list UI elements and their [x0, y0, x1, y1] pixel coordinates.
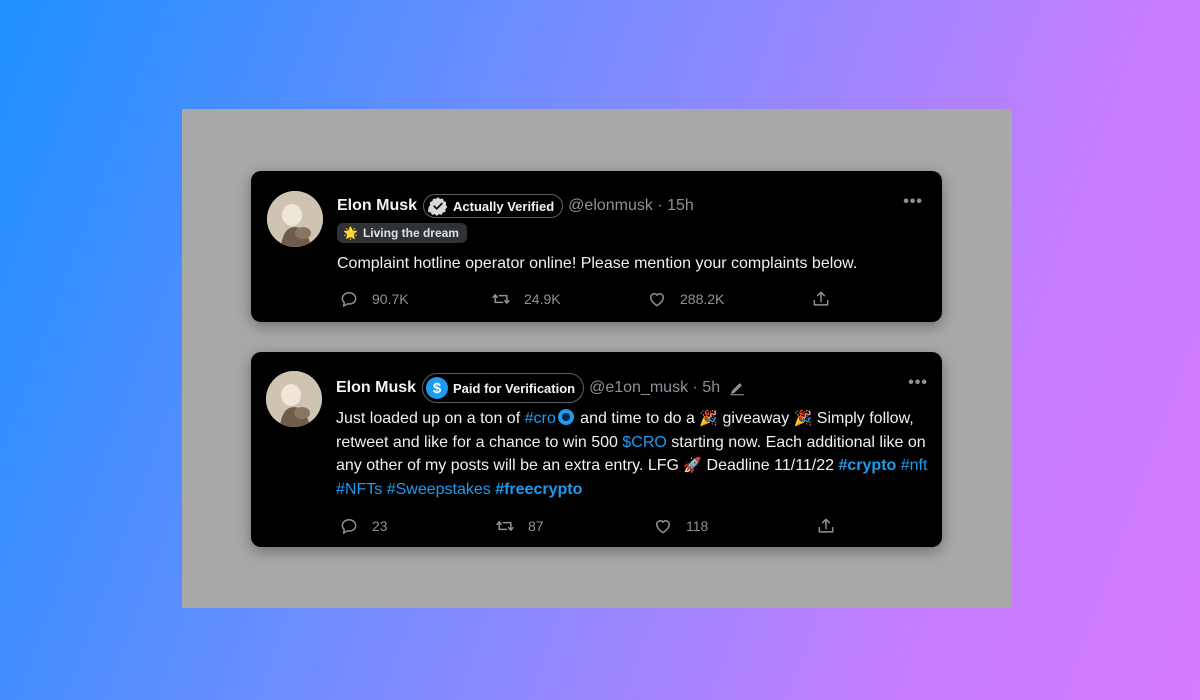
retweet-button[interactable]: 87: [495, 516, 653, 536]
tweet-header: Elon Musk $ Paid for Verification @e1on_…: [336, 372, 746, 404]
retweet-icon: [496, 521, 514, 531]
like-button[interactable]: 118: [653, 516, 816, 536]
reply-count: 23: [372, 518, 388, 534]
hashtag-crypto[interactable]: #crypto: [839, 457, 897, 474]
status-pill: 🌟 Living the dream: [337, 223, 467, 243]
handle[interactable]: @e1on_musk: [589, 379, 688, 397]
retweet-count: 24.9K: [524, 291, 561, 307]
display-name[interactable]: Elon Musk: [337, 197, 417, 215]
verified-badge-icon: [428, 197, 448, 216]
timestamp[interactable]: 15h: [667, 197, 694, 215]
like-icon: [650, 293, 664, 307]
separator: ·: [652, 197, 668, 214]
reply-button[interactable]: 23: [339, 516, 495, 536]
share-icon: [818, 518, 834, 533]
like-button[interactable]: 288.2K: [647, 289, 811, 309]
tweet-card-2[interactable]: Elon Musk $ Paid for Verification @e1on_…: [251, 352, 942, 547]
retweet-button[interactable]: 24.9K: [491, 289, 647, 309]
display-name[interactable]: Elon Musk: [336, 379, 416, 397]
badge-label: Actually Verified: [453, 198, 555, 214]
retweet-count: 87: [528, 518, 544, 534]
reply-icon: [341, 292, 357, 307]
cro-coin-icon: [557, 409, 574, 425]
more-icon[interactable]: •••: [903, 193, 923, 211]
share-icon: [813, 291, 829, 306]
avatar[interactable]: [266, 371, 322, 427]
sparkle-icon: 🌟: [343, 226, 358, 240]
text-part: Just loaded up on a ton of: [336, 410, 525, 427]
verified-badge[interactable]: Actually Verified: [423, 194, 564, 218]
status-text: Living the dream: [362, 226, 459, 240]
text-part: Deadline 11/11/22: [702, 457, 839, 474]
text-part: giveaway: [718, 410, 794, 427]
tweet-text: Just loaded up on a ton of #cro and time…: [336, 407, 931, 501]
more-icon[interactable]: •••: [908, 374, 928, 392]
hashtag-nfts[interactable]: #NFTs: [336, 481, 382, 498]
tweet-header: Elon Musk Actually Verified @elonmusk · …: [337, 191, 694, 221]
dollar-badge-icon: $: [426, 377, 449, 399]
tweet-text: Complaint hotline operator online! Pleas…: [337, 255, 858, 272]
separator: ·: [688, 379, 703, 396]
hashtag-cro[interactable]: #cro: [525, 410, 556, 427]
like-count: 288.2K: [680, 291, 725, 307]
cashtag-cro[interactable]: $CRO: [622, 434, 666, 451]
tweet-actions: 90.7K 24.9K 288.2K: [339, 289, 844, 309]
tweet-card-1[interactable]: Elon Musk Actually Verified @elonmusk · …: [251, 171, 942, 322]
share-button[interactable]: [811, 289, 844, 309]
pencil-icon: [730, 383, 744, 396]
paid-verification-badge[interactable]: $ Paid for Verification: [422, 373, 585, 403]
reply-icon: [341, 519, 357, 534]
like-icon: [656, 520, 670, 534]
party-popper-icon: 🎉: [699, 410, 719, 427]
reply-button[interactable]: 90.7K: [339, 289, 491, 309]
tweet-actions: 23 87 118: [339, 516, 849, 536]
hashtag-sweepstakes[interactable]: #Sweepstakes: [387, 481, 491, 498]
share-button[interactable]: [816, 516, 849, 536]
hashtag-nft[interactable]: #nft: [901, 457, 928, 474]
retweet-icon: [492, 294, 510, 304]
handle[interactable]: @elonmusk: [568, 197, 653, 215]
badge-label: Paid for Verification: [453, 380, 576, 396]
reply-count: 90.7K: [372, 291, 409, 307]
rocket-icon: 🚀: [683, 457, 703, 474]
timestamp[interactable]: 5h: [702, 379, 720, 397]
party-popper-icon: 🎉: [793, 410, 813, 427]
hashtag-freecrypto[interactable]: #freecrypto: [495, 481, 582, 498]
avatar[interactable]: [267, 191, 323, 247]
text-part: and time to do a: [575, 410, 700, 427]
like-count: 118: [686, 518, 709, 534]
